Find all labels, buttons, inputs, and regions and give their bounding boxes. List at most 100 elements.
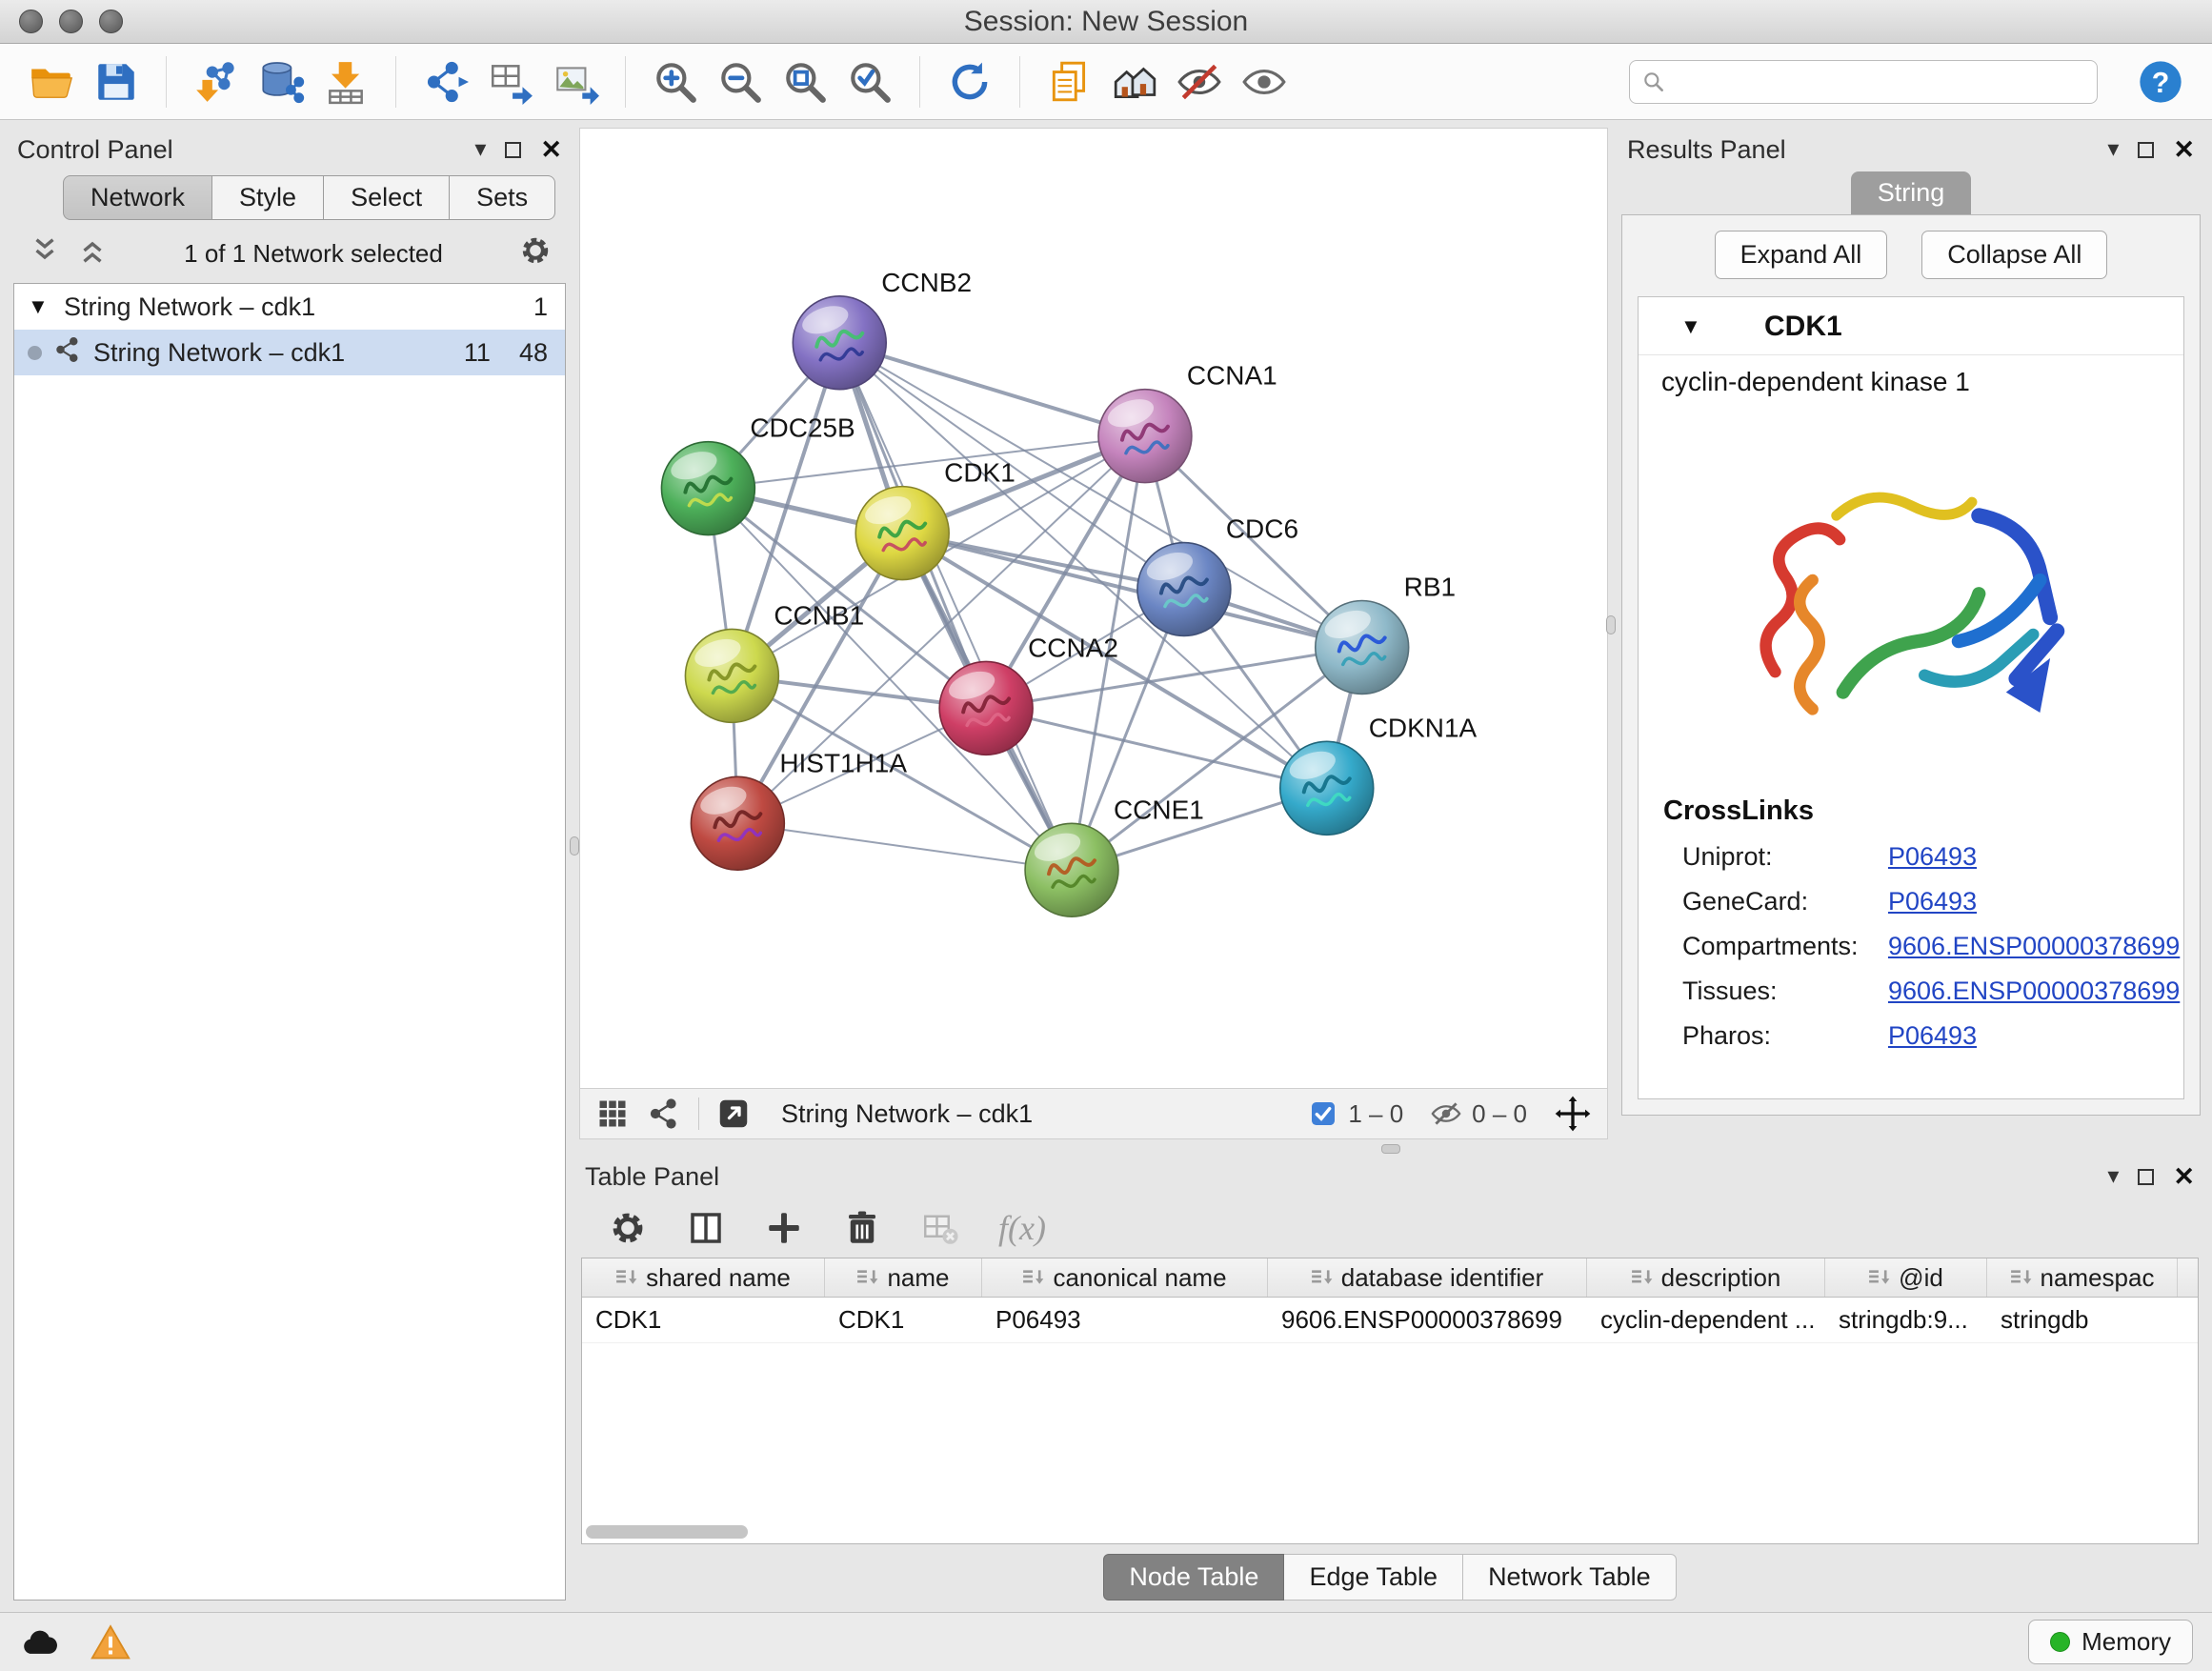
panel-close-icon[interactable]: ✕ [2173, 1164, 2195, 1190]
crosslink-link[interactable]: P06493 [1888, 887, 1977, 916]
apply-layout-button[interactable] [941, 52, 998, 111]
panel-float-icon[interactable] [2138, 1169, 2154, 1185]
network-canvas[interactable]: CCNB2CCNA1CDC25BCDK1CDC6RB1CCNB1CCNA2CDK… [579, 128, 1608, 1088]
panel-float-icon[interactable] [505, 142, 521, 158]
network-graph[interactable]: CCNB2CCNA1CDC25BCDK1CDC6RB1CCNB1CCNA2CDK… [580, 129, 1607, 1088]
crosslink-link[interactable]: 9606.ENSP00000378699 [1888, 976, 2180, 1006]
table-settings-gear-icon[interactable] [608, 1208, 648, 1248]
zoom-window-button[interactable] [99, 10, 123, 33]
column-header--id[interactable]: @id [1825, 1258, 1987, 1297]
open-external-icon[interactable] [716, 1097, 751, 1131]
protein-section-header[interactable]: ▼ CDK1 [1639, 297, 2183, 355]
panel-menu-icon[interactable]: ▾ [2107, 1165, 2119, 1188]
expand-all-networks-icon[interactable] [29, 234, 61, 273]
tab-sets[interactable]: Sets [450, 175, 555, 220]
tree-expander-icon[interactable]: ▼ [28, 294, 52, 319]
network-from-table-button[interactable] [482, 52, 539, 111]
network-node-CCNB2[interactable]: CCNB2 [793, 268, 972, 390]
network-edge-HIST1H1A-CCNE1[interactable] [737, 823, 1072, 870]
zoom-out-button[interactable] [712, 52, 769, 111]
show-columns-icon[interactable] [686, 1208, 726, 1248]
crosslink-link[interactable]: 9606.ENSP00000378699 [1888, 932, 2180, 961]
table-cell[interactable]: CDK1 [825, 1298, 982, 1342]
tab-node-table[interactable]: Node Table [1103, 1554, 1284, 1601]
network-node-HIST1H1A[interactable]: HIST1H1A [691, 748, 907, 870]
minimize-window-button[interactable] [59, 10, 83, 33]
column-header-database-identifier[interactable]: database identifier [1268, 1258, 1587, 1297]
network-edge-CDK1-RB1[interactable] [902, 534, 1362, 648]
export-image-button[interactable] [547, 52, 604, 111]
tab-network[interactable]: Network [63, 175, 212, 220]
open-session-button[interactable] [23, 52, 80, 111]
table-cell[interactable]: stringdb:9... [1825, 1298, 1987, 1342]
column-header-namespac[interactable]: namespac [1987, 1258, 2178, 1297]
memory-button[interactable]: Memory [2028, 1620, 2193, 1664]
splitter-handle[interactable] [570, 836, 579, 856]
crosslink-link[interactable]: P06493 [1888, 1021, 1977, 1051]
zoom-selected-button[interactable] [841, 52, 898, 111]
collapse-all-networks-icon[interactable] [76, 234, 109, 273]
expand-all-button[interactable]: Expand All [1715, 231, 1888, 279]
table-cell[interactable]: P06493 [982, 1298, 1268, 1342]
function-builder-icon[interactable]: f(x) [998, 1208, 1046, 1248]
search-input[interactable] [1676, 67, 2085, 96]
zoom-fit-button[interactable] [776, 52, 834, 111]
network-node-RB1[interactable]: RB1 [1316, 573, 1456, 695]
tab-network-table[interactable]: Network Table [1463, 1554, 1677, 1601]
network-row[interactable]: String Network – cdk1 11 48 [14, 330, 565, 375]
selected-checkbox-icon[interactable] [1308, 1098, 1338, 1129]
panel-menu-icon[interactable]: ▾ [474, 138, 486, 161]
network-node-CCNB1[interactable]: CCNB1 [685, 600, 864, 722]
import-network-database-button[interactable] [252, 52, 310, 111]
close-window-button[interactable] [19, 10, 43, 33]
string-home-button[interactable] [1106, 52, 1163, 111]
collapse-all-button[interactable]: Collapse All [1921, 231, 2107, 279]
copy-document-button[interactable] [1041, 52, 1098, 111]
network-node-CCNA1[interactable]: CCNA1 [1098, 361, 1277, 483]
help-button[interactable]: ? [2132, 52, 2189, 111]
save-session-button[interactable] [88, 52, 145, 111]
table-cell[interactable]: cyclin-dependent ... [1587, 1298, 1825, 1342]
panel-float-icon[interactable] [2138, 142, 2154, 158]
panel-close-icon[interactable]: ✕ [540, 137, 562, 163]
import-network-file-button[interactable] [188, 52, 245, 111]
splitter-handle[interactable] [1606, 615, 1616, 634]
tab-edge-table[interactable]: Edge Table [1284, 1554, 1463, 1601]
grid-view-icon[interactable] [595, 1097, 630, 1131]
network-options-gear-icon[interactable] [518, 233, 553, 274]
hide-selected-button[interactable] [1171, 52, 1228, 111]
scrollbar-thumb[interactable] [586, 1525, 748, 1539]
add-column-plus-icon[interactable] [764, 1208, 804, 1248]
warning-icon[interactable] [90, 1621, 131, 1663]
zoom-in-button[interactable] [647, 52, 704, 111]
crosslink-link[interactable]: P06493 [1888, 842, 1977, 872]
network-node-CDK1[interactable]: CDK1 [855, 458, 1016, 580]
delete-table-icon[interactable] [920, 1208, 960, 1248]
column-header-canonical-name[interactable]: canonical name [982, 1258, 1268, 1297]
network-node-CDKN1A[interactable]: CDKN1A [1280, 713, 1478, 835]
table-row[interactable]: CDK1CDK1P064939606.ENSP00000378699cyclin… [582, 1298, 2198, 1343]
column-header-description[interactable]: description [1587, 1258, 1825, 1297]
network-from-selection-button[interactable] [417, 52, 474, 111]
column-header-name[interactable]: name [825, 1258, 982, 1297]
network-edge-CCNB2-CCNE1[interactable] [839, 343, 1072, 870]
section-expander-icon[interactable]: ▼ [1680, 314, 1705, 339]
table-cell[interactable]: CDK1 [582, 1298, 825, 1342]
panel-menu-icon[interactable]: ▾ [2107, 138, 2119, 161]
table-cell[interactable]: stringdb [1987, 1298, 2178, 1342]
tab-style[interactable]: Style [212, 175, 324, 220]
network-edge-CCNB2-CCNA1[interactable] [839, 343, 1145, 436]
network-node-CCNE1[interactable]: CCNE1 [1025, 795, 1204, 916]
hidden-eye-slash-icon[interactable] [1430, 1097, 1462, 1130]
show-all-button[interactable] [1236, 52, 1293, 111]
table-cell[interactable]: 9606.ENSP00000378699 [1268, 1298, 1587, 1342]
network-edge-CCNA2-CDKN1A[interactable] [986, 708, 1327, 788]
column-header-shared-name[interactable]: shared name [582, 1258, 825, 1297]
tab-select[interactable]: Select [324, 175, 450, 220]
horizontal-splitter[interactable] [579, 1139, 2201, 1155]
panel-close-icon[interactable]: ✕ [2173, 137, 2195, 163]
tab-string[interactable]: String [1851, 171, 1972, 214]
network-collection-row[interactable]: ▼ String Network – cdk1 1 [14, 284, 565, 330]
pan-crosshair-icon[interactable] [1554, 1095, 1592, 1133]
network-glyph-icon[interactable] [647, 1097, 681, 1131]
